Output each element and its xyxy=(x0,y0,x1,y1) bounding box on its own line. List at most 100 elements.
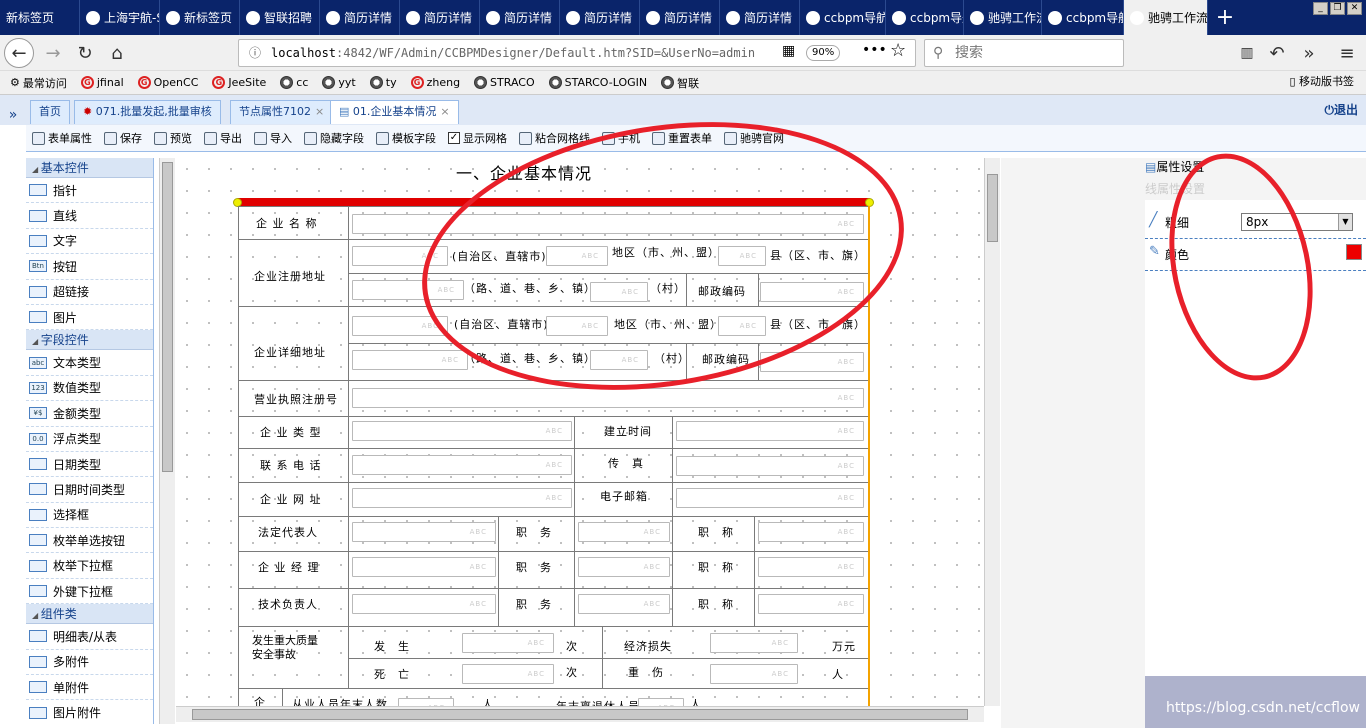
browser-tab[interactable]: ccbpm导航页 xyxy=(800,0,886,35)
bookmark[interactable]: cc xyxy=(280,76,308,89)
canvas-vertical-scrollbar[interactable] xyxy=(984,158,1000,706)
search-input[interactable]: ⚲ 搜索 xyxy=(924,39,1124,67)
bookmark[interactable]: G JeeSite xyxy=(212,76,266,89)
control-item[interactable]: 图片附件 xyxy=(26,700,153,724)
zoom-level[interactable]: 90% xyxy=(806,45,841,61)
browser-tab[interactable]: ccbpm导航页 xyxy=(1042,0,1124,35)
bookmark[interactable]: ty xyxy=(369,76,397,89)
manager-duty-field[interactable]: ABC xyxy=(578,557,670,577)
employees-field[interactable]: ABC xyxy=(398,698,454,706)
browser-tab[interactable]: 上海宇航-S xyxy=(80,0,160,35)
browser-tab[interactable]: 驰骋工作流 xyxy=(1124,0,1208,35)
canvas-horizontal-scrollbar[interactable] xyxy=(176,706,984,722)
email-field[interactable]: ABC xyxy=(676,488,864,508)
toolbar-button[interactable]: 模板字段 xyxy=(376,130,436,146)
control-item[interactable]: Btn 按钮 xyxy=(26,254,153,280)
minimize-icon[interactable]: _ xyxy=(1313,2,1328,15)
tab-node-props[interactable]: 节点属性7102 × xyxy=(230,100,334,124)
logout-button[interactable]: ⏻退出 xyxy=(1324,101,1358,118)
death-field[interactable]: ABC xyxy=(462,664,554,684)
info-icon[interactable]: ⓘ xyxy=(249,40,261,66)
tab-home[interactable]: 首页 xyxy=(30,100,70,124)
browser-tab[interactable]: ccbpm导航页 xyxy=(886,0,964,35)
company-type-field[interactable]: ABC xyxy=(352,421,572,441)
tab-form[interactable]: ▤ 01.企业基本情况 × xyxy=(330,100,459,124)
control-item[interactable]: abc 文本类型 xyxy=(26,350,153,376)
home-button[interactable]: ⌂ xyxy=(100,35,134,71)
control-item[interactable]: 多附件 xyxy=(26,650,153,676)
control-item[interactable]: 图片 xyxy=(26,305,153,331)
bookmark[interactable]: G OpenCC xyxy=(137,76,198,89)
browser-tab[interactable]: 智联招聘 xyxy=(240,0,320,35)
website-field[interactable]: ABC xyxy=(352,488,572,508)
new-tab-button[interactable]: + xyxy=(1208,0,1242,35)
control-item[interactable]: 单附件 xyxy=(26,675,153,701)
manager-field[interactable]: ABC xyxy=(352,557,496,577)
control-item[interactable]: 0.0 浮点类型 xyxy=(26,427,153,452)
tech-lead-field[interactable]: ABC xyxy=(352,594,496,614)
forward-button[interactable]: → xyxy=(36,35,70,71)
toolbar-button[interactable]: 表单属性 xyxy=(32,130,92,146)
toolbar-button[interactable]: 保存 xyxy=(104,130,142,146)
phone-field[interactable]: ABC xyxy=(352,455,572,475)
browser-tab[interactable]: 新标签页 xyxy=(0,0,80,35)
found-time-field[interactable]: ABC xyxy=(676,421,864,441)
fax-field[interactable]: ABC xyxy=(676,456,864,476)
control-item[interactable]: 外键下拉框 xyxy=(26,579,153,605)
control-group[interactable]: 组件类 xyxy=(26,604,153,625)
toolbar-button[interactable]: 导出 xyxy=(204,130,242,146)
undo-icon[interactable]: ↶ xyxy=(1260,35,1294,71)
tab-batch[interactable]: ✹ 071.批量发起,批量审核 xyxy=(74,100,221,124)
close-tab-icon[interactable]: × xyxy=(440,105,449,118)
browser-tab[interactable]: 简历详情 xyxy=(320,0,400,35)
manager-title-field[interactable]: ABC xyxy=(758,557,864,577)
browser-tab[interactable]: 简历详情 xyxy=(480,0,560,35)
control-item[interactable]: 123 数值类型 xyxy=(26,376,153,402)
control-item[interactable]: 超链接 xyxy=(26,280,153,305)
checkbox-icon[interactable]: ✓ xyxy=(448,132,460,144)
overflow-icon[interactable]: » xyxy=(1292,35,1326,71)
browser-tab[interactable]: 简历详情 xyxy=(720,0,800,35)
bookmark[interactable]: STARCO-LOGIN xyxy=(548,76,647,89)
bookmark[interactable]: yyt xyxy=(322,76,356,89)
menu-icon[interactable]: ≡ xyxy=(1330,35,1364,71)
control-item[interactable]: 枚举单选按钮 xyxy=(26,528,153,554)
legal-rep-field[interactable]: ABC xyxy=(352,522,496,542)
control-item[interactable]: 直线 xyxy=(26,203,153,229)
control-item[interactable]: 日期时间类型 xyxy=(26,477,153,503)
toolbar-button[interactable]: ✓ 显示网格 xyxy=(448,130,507,146)
more-actions-icon[interactable]: ••• xyxy=(862,42,887,58)
control-item[interactable]: 指针 xyxy=(26,178,153,204)
bookmark[interactable]: STRACO xyxy=(474,76,535,89)
back-button[interactable]: ← xyxy=(2,35,36,71)
restore-icon[interactable]: ❐ xyxy=(1330,2,1345,15)
browser-tab[interactable]: 简历详情 xyxy=(560,0,640,35)
toolbar-button[interactable]: 隐藏字段 xyxy=(304,130,364,146)
close-tab-icon[interactable]: × xyxy=(315,105,324,118)
qrcode-icon[interactable]: ▦ xyxy=(782,43,795,59)
expand-panel-icon[interactable]: » xyxy=(0,95,26,135)
toolbar-button[interactable]: 预览 xyxy=(154,130,192,146)
control-group[interactable]: 字段控件 xyxy=(26,330,153,351)
legal-rep-title-field[interactable]: ABC xyxy=(758,522,864,542)
control-item[interactable]: 文字 xyxy=(26,229,153,255)
bookmark[interactable]: ⚙ 最常访问 xyxy=(10,75,67,91)
control-item[interactable]: 枚举下拉框 xyxy=(26,553,153,579)
bookmark-star-icon[interactable]: ☆ xyxy=(890,40,906,61)
det-road-field[interactable]: ABC xyxy=(352,350,468,370)
econ-loss-field[interactable]: ABC xyxy=(710,633,798,653)
tech-lead-duty-field[interactable]: ABC xyxy=(578,594,670,614)
control-item[interactable]: 日期类型 xyxy=(26,452,153,478)
close-icon[interactable]: ✕ xyxy=(1347,2,1362,15)
retired-field[interactable]: ABC xyxy=(638,698,684,706)
toolbar-button[interactable]: 导入 xyxy=(254,130,292,146)
browser-tab[interactable]: 驰骋工作流 xyxy=(964,0,1042,35)
browser-tab[interactable]: 简历详情 xyxy=(400,0,480,35)
bookmark[interactable]: 智联 xyxy=(661,75,699,91)
license-field[interactable]: ABC xyxy=(352,388,864,408)
reload-button[interactable]: ↻ xyxy=(68,35,102,71)
browser-tab[interactable]: 简历详情 xyxy=(640,0,720,35)
sidebar-icon[interactable]: ▥ xyxy=(1230,35,1264,71)
control-item[interactable]: 明细表/从表 xyxy=(26,624,153,650)
mobile-bookmarks[interactable]: ▯ 移动版书签 xyxy=(1289,73,1354,89)
